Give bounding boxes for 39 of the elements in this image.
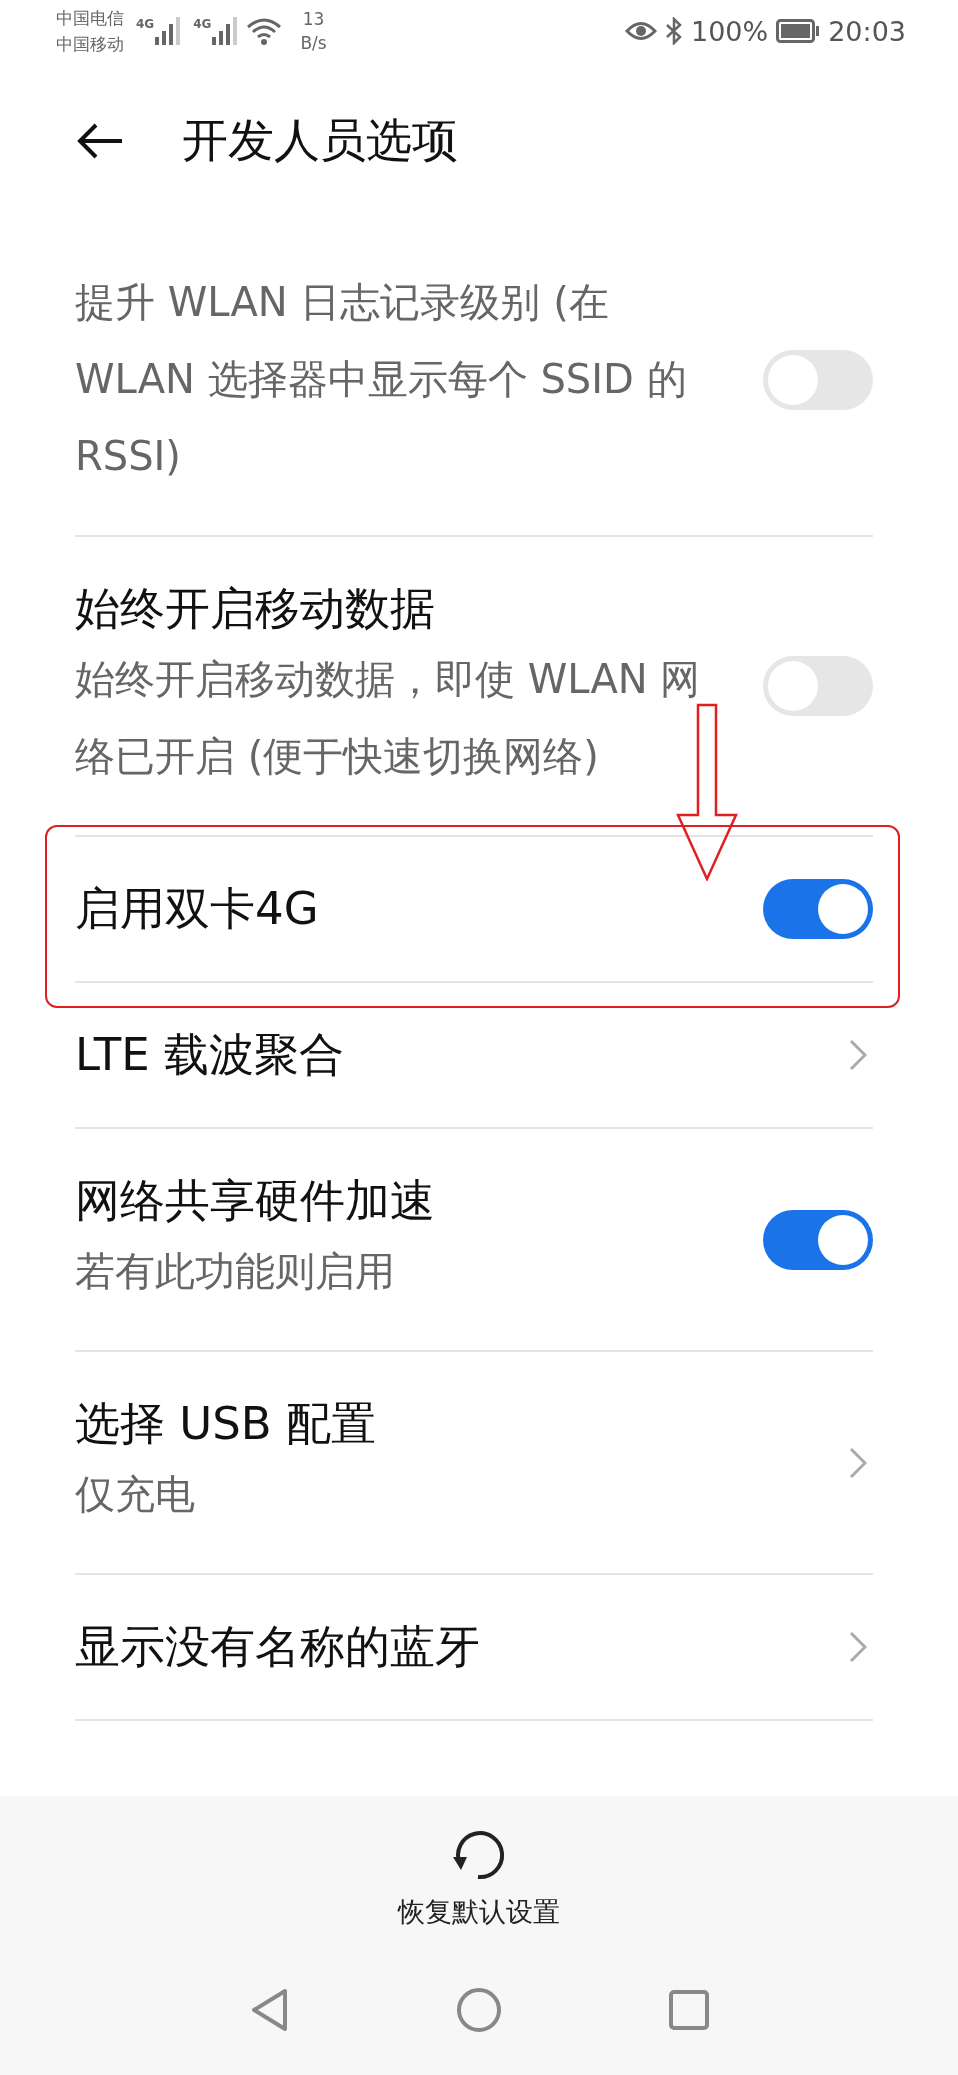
toggle-switch[interactable] [763,656,873,716]
back-button[interactable] [76,121,124,161]
chevron-icon [849,1446,867,1479]
setting-title: LTE 载波聚合 [75,1027,346,1083]
setting-description: 始终开启移动数据，即使 WLAN 网络已开启 (便于快速切换网络) [75,655,702,781]
page-title: 开发人员选项 [182,112,458,169]
setting-description: 若有此功能则启用 [75,1247,396,1296]
carrier-name: 中国电信 [56,7,124,30]
settings-row[interactable]: 提升 WLAN 日志记录级别 (在 WLAN 选择器中显示每个 SSID 的 RSSI) [75,220,873,537]
setting-description: 提升 WLAN 日志记录级别 (在 WLAN 选择器中显示每个 SSID 的 RSSI) [75,278,688,481]
bluetooth-icon [665,17,683,45]
speed-unit: B/s [300,32,327,55]
wifi-icon [246,17,283,45]
signal-icon [212,17,239,45]
settings-row[interactable]: 启用双卡4G [75,837,873,983]
reset-defaults-button[interactable]: 恢复默认设置 [398,1824,560,1930]
setting-title: 始终开启移动数据 [75,581,436,637]
network-type: 4G [136,17,155,31]
clock-time: 20:03 [828,15,906,47]
chevron-icon [849,1039,867,1071]
network-speed: 13 [302,8,325,31]
setting-title: 选择 USB 配置 [75,1396,377,1452]
battery-icon [776,19,821,43]
settings-row[interactable]: 网络共享硬件加速 若有此功能则启用 [75,1129,873,1352]
network-type: 4G [193,17,212,31]
setting-title: 网络共享硬件加速 [75,1173,436,1229]
battery-percent: 100% [691,15,769,47]
setting-title: 显示没有名称的蓝牙 [75,1619,481,1675]
setting-description: 仅充电 [75,1470,196,1519]
toggle-switch[interactable] [763,879,873,939]
chevron-icon [849,1631,867,1663]
settings-row[interactable]: 始终开启移动数据 始终开启移动数据，即使 WLAN 网络已开启 (便于快速切换网络) [75,537,873,837]
setting-title: 启用双卡4G [75,881,320,937]
carrier-name: 中国移动 [56,33,124,56]
settings-row[interactable]: 选择 USB 配置 仅充电 [75,1352,873,1575]
eye-icon [625,20,657,42]
settings-row[interactable]: LTE 载波聚合 [75,983,873,1129]
signal-icon [155,17,182,45]
settings-row[interactable]: 显示没有名称的蓝牙 [75,1575,873,1721]
